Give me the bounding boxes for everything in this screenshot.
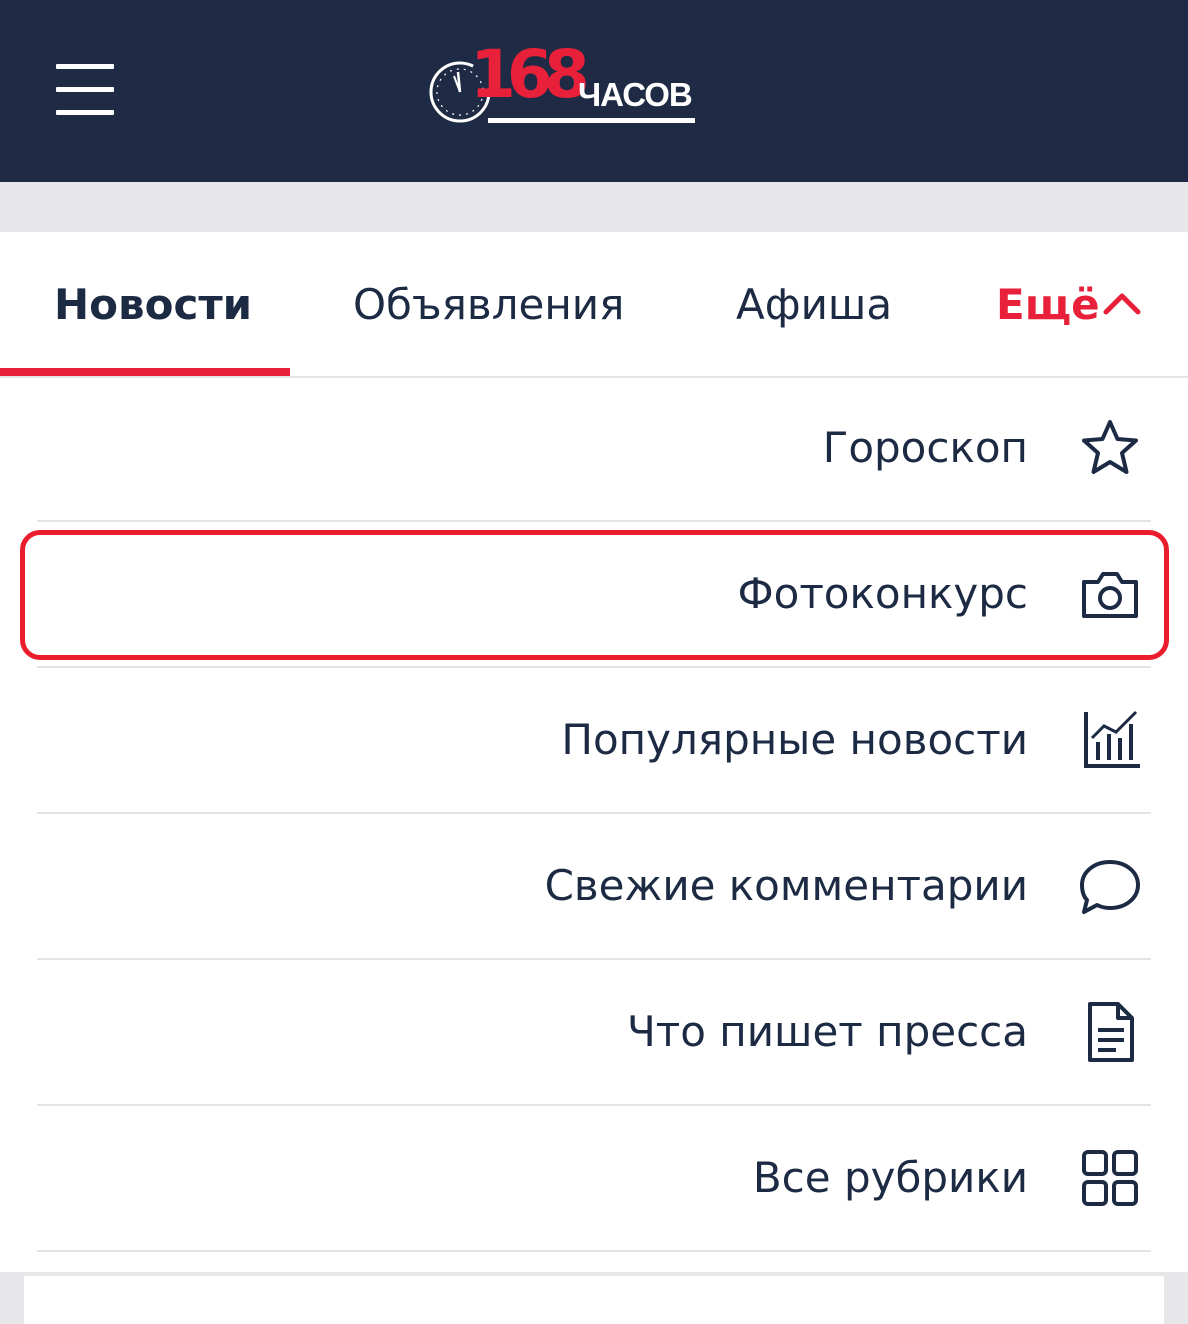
hamburger-line: [56, 64, 114, 69]
active-tab-indicator: [0, 368, 290, 376]
hamburger-line: [56, 87, 114, 92]
document-icon: [1088, 1002, 1134, 1062]
page-bottom-band: [0, 1272, 1188, 1324]
menu-item-all-categories[interactable]: Все рубрики: [0, 1108, 1188, 1254]
hamburger-menu-icon[interactable]: [56, 64, 116, 118]
menu-item-label: Что пишет пресса: [626, 1007, 1028, 1056]
menu-divider: [37, 1250, 1151, 1252]
menu-item-label: Свежие комментарии: [544, 861, 1028, 910]
camera-icon: [1082, 572, 1138, 618]
tab-more[interactable]: Ещё: [996, 282, 1100, 328]
menu-divider: [37, 520, 1151, 522]
tab-news[interactable]: Новости: [54, 282, 252, 328]
top-header: 168 ЧАСОВ: [0, 0, 1188, 182]
menu-divider: [37, 812, 1151, 814]
menu-item-label: Фотоконкурс: [737, 569, 1028, 618]
category-tabs: Новости Объявления Афиша Ещё: [0, 232, 1188, 378]
menu-item-press-review[interactable]: Что пишет пресса: [0, 962, 1188, 1108]
menu-item-fresh-comments[interactable]: Свежие комментарии: [0, 816, 1188, 962]
menu-item-popular-news[interactable]: Популярные новости: [0, 670, 1188, 816]
header-spacer: [0, 182, 1188, 232]
chevron-up-icon[interactable]: [1102, 288, 1142, 318]
menu-divider: [37, 958, 1151, 960]
bar-chart-icon: [1084, 710, 1140, 768]
menu-item-label: Все рубрики: [752, 1153, 1028, 1202]
grid-icon: [1082, 1150, 1138, 1206]
menu-divider: [37, 666, 1151, 668]
menu-item-label: Гороскоп: [822, 423, 1028, 472]
menu-divider: [37, 1104, 1151, 1106]
comment-icon: [1080, 860, 1140, 914]
tab-classifieds[interactable]: Объявления: [353, 282, 624, 328]
menu-item-label: Популярные новости: [561, 715, 1028, 764]
star-icon: [1082, 420, 1138, 474]
menu-item-horoscope[interactable]: Гороскоп: [0, 378, 1188, 524]
logo-word: ЧАСОВ: [578, 76, 693, 113]
tab-afisha[interactable]: Афиша: [736, 282, 892, 328]
content-card: [24, 1276, 1164, 1324]
logo-underline: [488, 118, 695, 123]
hamburger-line: [56, 110, 114, 115]
logo-number: 168: [470, 36, 590, 113]
site-logo[interactable]: 168 ЧАСОВ: [426, 42, 706, 132]
menu-item-photo-contest[interactable]: Фотоконкурс: [0, 524, 1188, 670]
